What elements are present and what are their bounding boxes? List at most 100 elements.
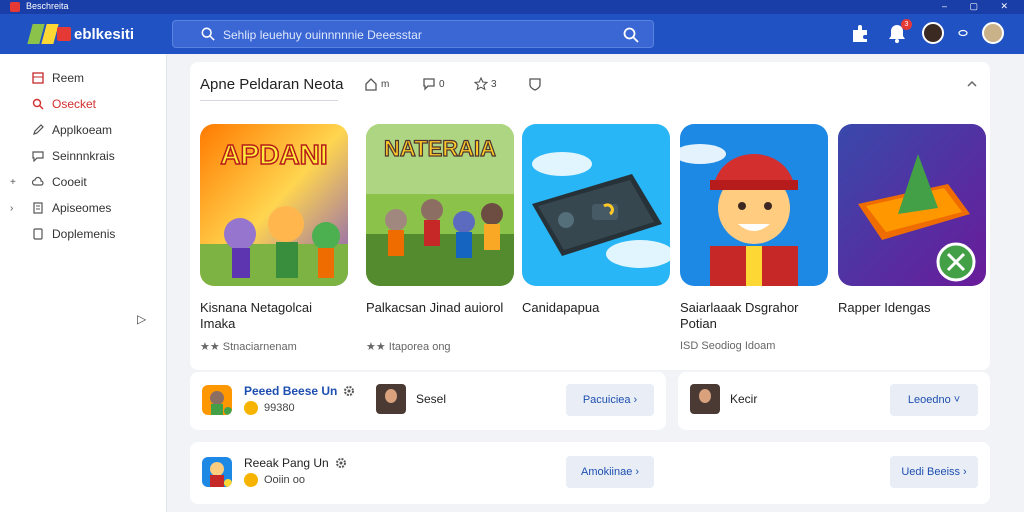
app-icon <box>10 2 20 12</box>
stat-value: m <box>381 78 390 90</box>
search-placeholder: Sehlip leuehuy ouinnnnnie Deeesstar <box>223 28 422 42</box>
sidebar: Reem Osecket Applkoeam Seinnnkrais + Coo… <box>0 54 167 512</box>
doc-icon <box>33 202 43 214</box>
thumb-art-title: NATERAIA <box>384 136 496 161</box>
stat-value: 3 <box>491 78 497 90</box>
sidebar-item-doplemenis[interactable]: Doplemenis <box>10 224 160 244</box>
row-action-button[interactable]: Amokiinae › <box>566 456 654 488</box>
game-thumbnail[interactable] <box>680 124 828 286</box>
game-card[interactable]: Rapper Idengas <box>838 124 986 400</box>
window-controls[interactable]: – ▢ ✕ <box>942 1 1018 12</box>
game-card[interactable]: NATERAIA Palkacsan Jinad auiorol ★★ Itap… <box>366 124 514 354</box>
row-action-label: Pacuiciea <box>582 394 631 406</box>
game-thumbnail[interactable] <box>838 124 986 286</box>
sidebar-item-cooeit[interactable]: + Cooeit <box>10 172 160 192</box>
search-icon <box>32 98 44 110</box>
user-avatar[interactable] <box>922 22 944 44</box>
sidebar-item-label: Reem <box>52 71 85 85</box>
search-input[interactable]: Sehlip leuehuy ouinnnnnie Deeesstar <box>172 20 654 48</box>
card-title[interactable]: Saiarlaaak Dsgrahor Potian <box>680 300 828 334</box>
page-icon <box>33 228 43 240</box>
stat-home[interactable]: m <box>364 77 389 91</box>
featured-panel: Apne Peldaran Neota m 0 3 APDANI Kisnana… <box>190 62 990 400</box>
card-subtitle: ★★ Stnaciarnenam <box>200 341 297 353</box>
search-icon <box>201 27 215 41</box>
puzzle-icon[interactable] <box>850 22 872 44</box>
sidebar-item-reem[interactable]: Reem <box>10 68 160 88</box>
game-thumbnail[interactable]: APDANI <box>200 124 348 286</box>
row-game-title[interactable]: Reeak Pang Un <box>244 456 329 470</box>
panel-title: Apne Peldaran Neota <box>200 76 344 93</box>
chat-icon <box>32 151 44 162</box>
row-game-title[interactable]: Peeed Beese Un <box>244 384 337 398</box>
user-avatar[interactable] <box>376 384 406 414</box>
row-meta: Ooiin oo <box>244 473 347 487</box>
search-submit-icon[interactable] <box>623 27 639 43</box>
bubble-icon <box>423 78 435 91</box>
sidebar-item-label: Doplemenis <box>52 227 116 241</box>
row-meta: 99380 <box>244 401 355 415</box>
card-title[interactable]: Canidapapua <box>522 300 670 334</box>
sidebar-item-label: Applkoeam <box>52 123 113 137</box>
thumb-art-title: APDANI <box>220 139 327 170</box>
row-person-name: Kecir <box>730 392 758 406</box>
card-title[interactable]: Rapper Idengas <box>838 300 986 334</box>
row-meta-value: 99380 <box>264 402 295 414</box>
gear-icon[interactable] <box>335 457 347 469</box>
user-avatar[interactable] <box>690 384 720 414</box>
chevron-right-icon: › <box>963 466 967 478</box>
coin-icon <box>244 401 258 415</box>
gear-icon[interactable] <box>343 385 355 397</box>
title-divider <box>200 100 338 101</box>
game-card[interactable]: Canidapapua <box>522 124 670 400</box>
notification-badge: 3 <box>901 19 912 30</box>
game-thumbnail[interactable] <box>522 124 670 286</box>
chevron-right-icon[interactable]: › <box>10 203 22 214</box>
link-icon[interactable] <box>958 28 968 38</box>
row-person-name: Sesel <box>416 392 447 406</box>
sidebar-item-label: Apiseomes <box>52 201 112 215</box>
sidebar-item-seinnnkrais[interactable]: Seinnnkrais <box>10 146 160 166</box>
grid-icon <box>32 72 44 84</box>
stat-comments[interactable]: 0 <box>422 77 445 91</box>
card-title[interactable]: Kisnana Netagolcai Imaka <box>200 300 348 334</box>
cloud-icon <box>32 176 44 186</box>
card-subtitle: ISD Seodiog Idoam <box>680 340 776 352</box>
card-subtitle <box>838 340 986 354</box>
game-row[interactable]: Peeed Beese Un 99380 Sesel Pacuiciea › <box>190 372 666 430</box>
row-action-button[interactable]: Leoedno ˅ <box>890 384 978 416</box>
sidebar-item-apiseomes[interactable]: › Apiseomes <box>10 198 160 218</box>
card-title[interactable]: Palkacsan Jinad auiorol <box>366 300 514 334</box>
mouse-cursor-icon: ▷ <box>137 312 147 326</box>
sidebar-item-applkoeam[interactable]: Applkoeam <box>10 120 160 140</box>
game-icon[interactable] <box>202 456 232 487</box>
stat-shield[interactable] <box>528 77 545 91</box>
window-title: Beschreita <box>26 1 69 11</box>
card-subtitle <box>522 340 670 354</box>
game-thumbnail[interactable]: NATERAIA <box>366 124 514 286</box>
card-subtitle: ★★ Itaporea ong <box>366 341 451 353</box>
expand-icon[interactable]: + <box>10 177 22 188</box>
home-icon <box>365 78 377 91</box>
notifications-icon[interactable]: 3 <box>886 19 912 44</box>
app-header: eblkesiti Sehlip leuehuy ouinnnnnie Deee… <box>0 14 1024 54</box>
game-card[interactable]: APDANI Kisnana Netagolcai Imaka ★★ Stnac… <box>200 124 348 354</box>
game-row[interactable]: Reeak Pang Un Ooiin oo Amokiinae › Uedi B… <box>190 442 990 504</box>
window-titlebar: Beschreita – ▢ ✕ <box>0 0 1024 14</box>
row-action-button[interactable]: Uedi Beeiss › <box>890 456 978 488</box>
stat-stars[interactable]: 3 <box>474 77 497 91</box>
sidebar-item-label: Seinnnkrais <box>52 149 115 163</box>
chevron-right-icon: › <box>633 394 638 406</box>
game-icon[interactable] <box>202 384 232 415</box>
game-card[interactable]: Saiarlaaak Dsgrahor Potian ISD Seodiog I… <box>680 124 828 354</box>
app-logo[interactable]: eblkesiti <box>27 24 135 44</box>
game-row[interactable]: Kecir Leoedno ˅ <box>678 372 990 430</box>
chevron-right-icon: › <box>635 466 640 478</box>
row-action-button[interactable]: Pacuiciea › <box>566 384 654 416</box>
chevron-up-icon[interactable] <box>966 78 978 90</box>
profile-avatar[interactable] <box>982 22 1004 44</box>
sidebar-item-osecket[interactable]: Osecket <box>10 94 160 114</box>
star-icon <box>474 77 488 91</box>
logo-text: eblkesiti <box>74 25 135 43</box>
stat-value: 0 <box>439 78 445 90</box>
